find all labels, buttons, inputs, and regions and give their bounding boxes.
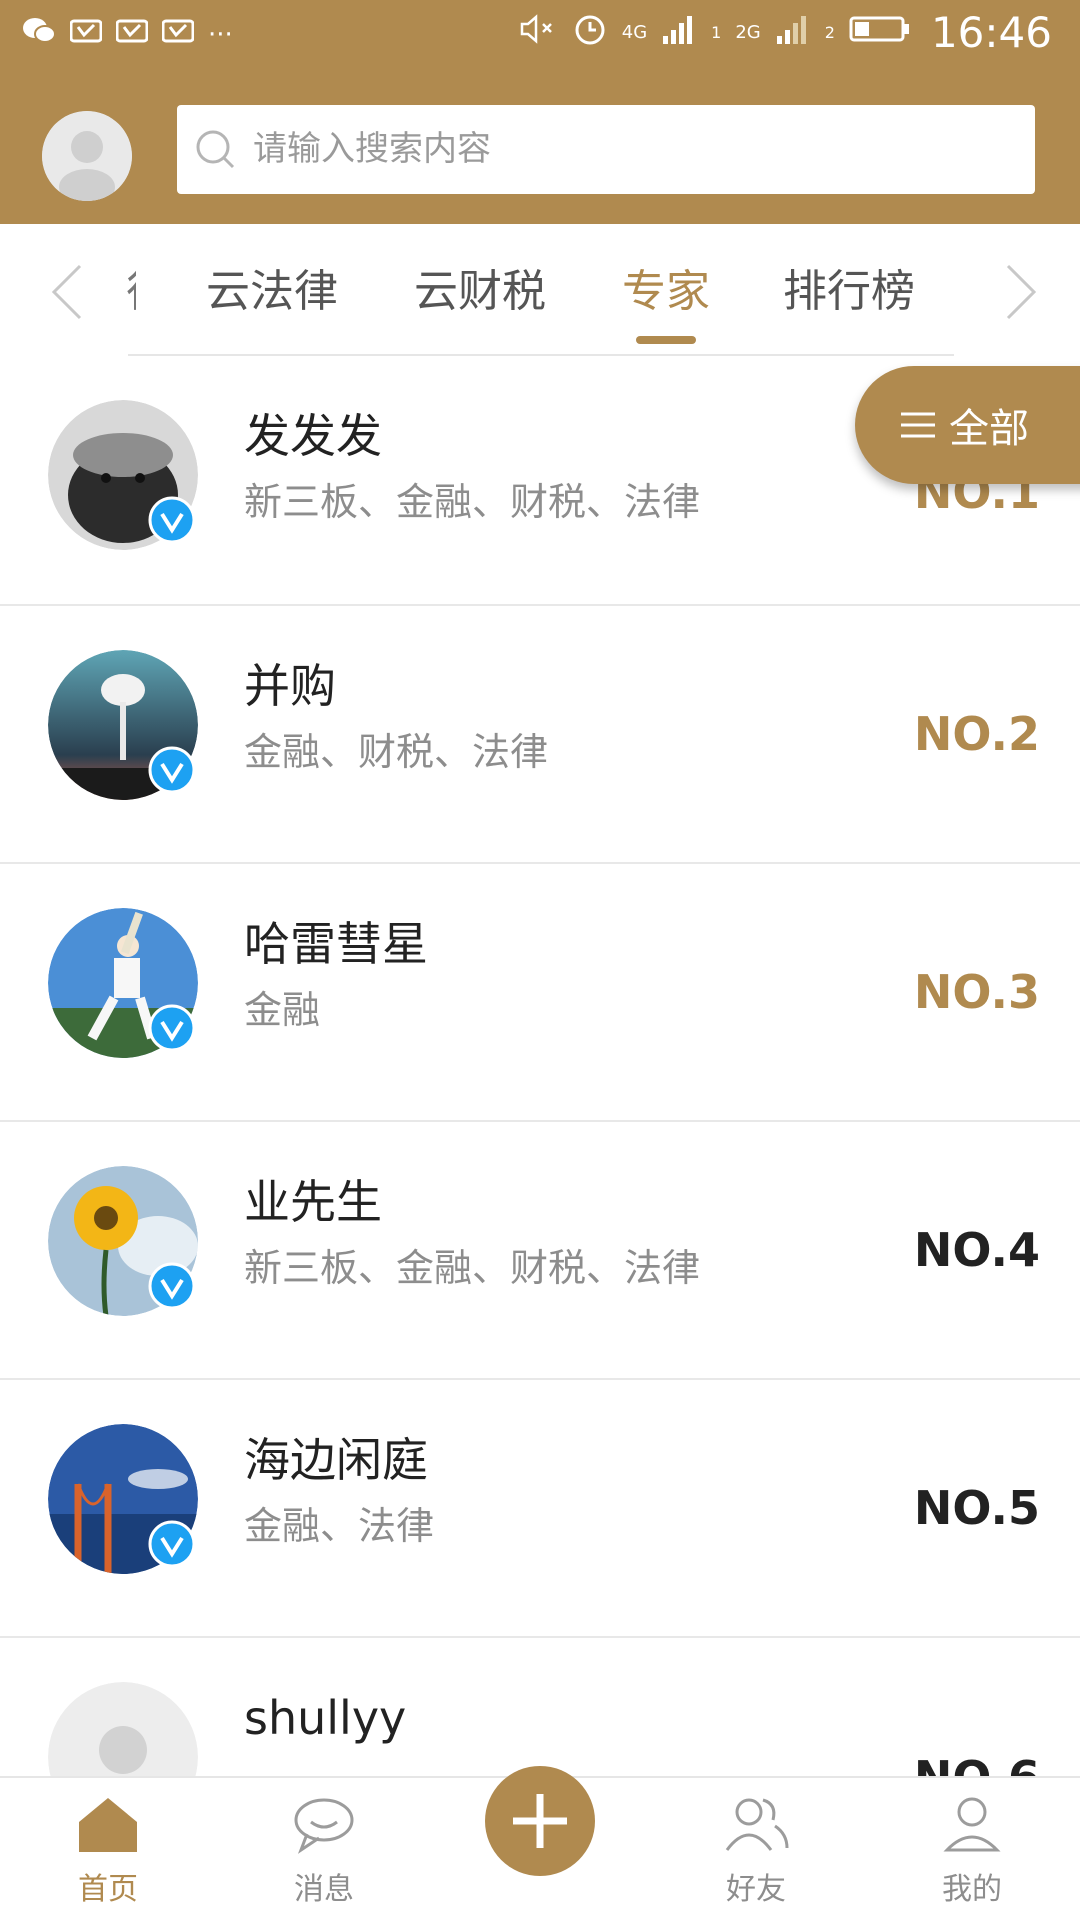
tab-cloud-tax[interactable]: 云财税 [414,262,546,322]
user-icon [937,1792,1007,1856]
nav-home-label: 首页 [78,1872,138,1907]
tab-experts[interactable]: 专家 [622,262,710,322]
verified-badge-icon [148,746,196,794]
chevron-left-icon[interactable] [44,262,100,322]
list-item[interactable]: 并购 金融、财税、法律 NO.2 [0,606,1080,864]
status-bar: ··· 4G 1 2G 2 16:46 [0,0,1080,72]
notification-icon [115,19,149,50]
notification-icon [69,19,103,50]
profile-avatar[interactable] [42,111,132,201]
more-dots-icon: ··· [208,19,233,50]
tab-partial[interactable]: 律 [126,262,136,322]
expert-tags: 金融 [244,988,321,1032]
mute-icon [518,12,558,53]
wechat-icon [22,16,56,53]
filter-all-button[interactable]: 全部 [855,366,1080,484]
network-4g-label: 4G [621,22,648,43]
status-time: 16:46 [930,8,1052,57]
expert-name: 并购 [244,659,336,713]
expert-name: 哈雷彗星 [244,917,428,971]
battery-icon [849,14,911,51]
list-item[interactable]: 哈雷彗星 金融 NO.3 [0,864,1080,1122]
expert-rank: NO.5 [913,1481,1040,1535]
friends-icon [721,1792,791,1856]
category-tabs: 律 云法律 云财税 专家 排行榜 [0,224,1080,356]
expert-rank: NO.3 [913,965,1040,1019]
network-2g-label: 2G [735,22,761,43]
expert-name: shullyy [244,1691,407,1745]
verified-badge-icon [148,496,196,544]
nav-friends[interactable]: 好友 [686,1792,826,1922]
expert-name: 业先生 [244,1175,382,1229]
tab-ranking[interactable]: 排行榜 [783,262,915,322]
nav-messages-label: 消息 [294,1872,354,1907]
list-item[interactable]: 海边闲庭 金融、法律 NO.5 [0,1380,1080,1638]
status-right-icons: 4G 1 2G 2 16:46 [518,8,1052,57]
search-placeholder: 请输入搜索内容 [253,129,491,169]
search-input[interactable]: 请输入搜索内容 [177,105,1035,194]
verified-badge-icon [148,1004,196,1052]
nav-mine[interactable]: 我的 [902,1792,1042,1922]
tab-cloud-law[interactable]: 云法律 [206,262,338,322]
expert-rank: NO.2 [913,707,1040,761]
filter-label: 全部 [949,406,1029,452]
status-left-icons: ··· [22,16,233,53]
active-tab-indicator [636,336,696,344]
expert-name: 发发发 [244,409,382,463]
search-icon [193,127,237,171]
nav-mine-label: 我的 [942,1872,1002,1907]
chat-icon [289,1792,359,1856]
expert-tags: 新三板、金融、财税、法律 [244,1246,701,1290]
signal-slot-2: 2 [824,23,835,42]
expert-tags: 新三板、金融、财税、法律 [244,480,701,524]
home-icon [73,1792,143,1856]
signal-slot-1: 1 [711,23,722,42]
bottom-nav: 首页 消息 好友 我的 [0,1766,1080,1922]
verified-badge-icon [148,1262,196,1310]
signal-icon [661,12,697,53]
expert-tags: 金融、财税、法律 [244,730,549,774]
add-button[interactable] [485,1766,595,1876]
list-item[interactable]: 业先生 新三板、金融、财税、法律 NO.4 [0,1122,1080,1380]
alarm-icon [572,11,608,54]
chevron-right-icon[interactable] [988,262,1044,322]
expert-name: 海边闲庭 [244,1433,428,1487]
nav-friends-label: 好友 [726,1872,786,1907]
verified-badge-icon [148,1520,196,1568]
nav-messages[interactable]: 消息 [254,1792,394,1922]
app-header: ··· 4G 1 2G 2 16:46 请输入搜索内容 [0,0,1080,224]
expert-rank: NO.4 [913,1223,1040,1277]
nav-home[interactable]: 首页 [38,1792,178,1922]
notification-icon [161,19,195,50]
expert-tags: 金融、法律 [244,1504,435,1548]
signal-icon [775,12,811,53]
menu-icon [901,411,935,439]
